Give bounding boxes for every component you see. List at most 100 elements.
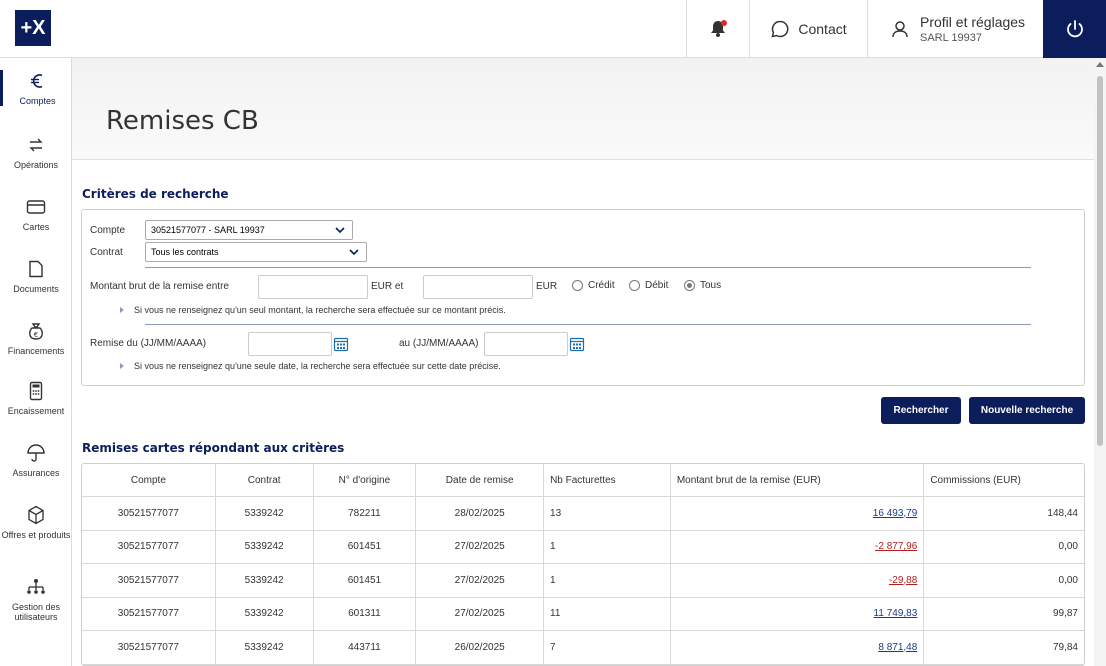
cell-montant: 16 493,79 [671, 497, 925, 530]
radio-tous[interactable]: Tous [684, 280, 721, 291]
column-header[interactable]: Montant brut de la remise (EUR) [671, 464, 925, 496]
contrat-label: Contrat [90, 247, 123, 258]
column-header[interactable]: Nb Facturettes [544, 464, 671, 496]
montant-label: Montant brut de la remise entre [90, 281, 229, 292]
montant-link[interactable]: 8 871,48 [878, 642, 917, 653]
calendar-icon[interactable] [333, 336, 349, 352]
triangle-bullet-icon [120, 363, 124, 369]
column-header[interactable]: Contrat [216, 464, 314, 496]
sidebar-item-offres[interactable]: Offres et produits [0, 504, 72, 540]
profile-button[interactable]: Profil et réglages SARL 19937 [867, 0, 1043, 58]
sidebar-item-label: Assurances [12, 468, 60, 478]
au-label: au (JJ/MM/AAAA) [399, 338, 479, 349]
chevron-down-icon [335, 227, 345, 234]
cell-facturettes: 1 [544, 530, 671, 563]
montant-link[interactable]: 16 493,79 [873, 508, 918, 519]
search-button[interactable]: Rechercher [881, 397, 961, 424]
sidebar-item-assurances[interactable]: Assurances [0, 442, 72, 478]
sidebar-item-documents[interactable]: Documents [0, 258, 72, 294]
montant-max-input[interactable] [423, 275, 533, 299]
montant-link[interactable]: -2 877,96 [875, 541, 917, 552]
sidebar-item-utilisateurs[interactable]: Gestion des utilisateurs [0, 576, 72, 622]
table-row: 30521577077 5339242 601451 27/02/2025 1 … [82, 564, 1084, 598]
top-bar: +X Contact Profil et réglages SARL 19937 [0, 0, 1106, 58]
notifications-button[interactable] [686, 0, 749, 58]
page-scrollbar[interactable] [1094, 58, 1106, 666]
montant-link[interactable]: 11 749,83 [874, 608, 918, 619]
radio-credit-label: Crédit [588, 280, 615, 291]
search-criteria-panel: Compte 30521577077 - SARL 19937 Contrat … [81, 209, 1085, 386]
sidebar-item-label: Gestion des utilisateurs [11, 602, 61, 622]
sidebar-item-encaissement[interactable]: Encaissement [0, 380, 72, 416]
compte-select[interactable]: 30521577077 - SARL 19937 [145, 220, 353, 240]
montant-link[interactable]: -29,88 [889, 575, 917, 586]
montant-min-input[interactable] [258, 275, 368, 299]
sidebar-item-label: Documents [13, 284, 59, 294]
cell-origine: 443711 [314, 631, 417, 664]
cell-montant: 11 749,83 [671, 597, 925, 630]
results-section-title: Remises cartes répondant aux critères [82, 441, 345, 455]
calendar-icon[interactable] [569, 336, 585, 352]
hint-date: Si vous ne renseignez qu'une seule date,… [120, 361, 501, 371]
new-search-button[interactable]: Nouvelle recherche [969, 397, 1085, 424]
sidebar-item-comptes[interactable]: Comptes [0, 70, 72, 106]
cell-montant: 8 871,48 [671, 631, 925, 664]
radio-button[interactable] [629, 280, 640, 291]
cell-origine: 601451 [314, 530, 417, 563]
cell-facturettes: 13 [544, 497, 671, 530]
scrollbar-thumb[interactable] [1097, 76, 1103, 446]
scroll-up-arrow-icon[interactable] [1096, 62, 1104, 67]
column-header[interactable]: Compte [82, 464, 216, 496]
box-icon [27, 504, 45, 526]
cell-contrat: 5339242 [216, 564, 314, 597]
profile-subtitle: SARL 19937 [920, 32, 982, 44]
main-content: Remises CB Critères de recherche Compte … [72, 58, 1094, 666]
contact-button[interactable]: Contact [749, 0, 867, 58]
chat-bubble-icon [771, 20, 789, 38]
hint-montant-text: Si vous ne renseignez qu'un seul montant… [134, 305, 506, 315]
contrat-select[interactable]: Tous les contrats [145, 242, 367, 262]
cell-compte: 30521577077 [82, 631, 216, 664]
cell-origine: 782211 [314, 497, 417, 530]
sidebar-item-financements[interactable]: € Financements [0, 320, 72, 356]
radio-credit[interactable]: Crédit [572, 280, 615, 291]
date-from-input[interactable] [248, 332, 332, 356]
radio-debit[interactable]: Débit [629, 280, 668, 291]
page-title: Remises CB [106, 106, 259, 136]
umbrella-icon [26, 442, 46, 464]
column-header[interactable]: Commissions (EUR) [924, 464, 1084, 496]
radio-button[interactable] [572, 280, 583, 291]
table-row: 30521577077 5339242 782211 28/02/2025 13… [82, 497, 1084, 531]
hint-montant: Si vous ne renseignez qu'un seul montant… [120, 305, 506, 315]
sidebar-item-cartes[interactable]: Cartes [0, 196, 72, 232]
bell-icon [711, 20, 727, 37]
calculator-icon [29, 380, 43, 402]
cell-commissions: 0,00 [1058, 574, 1078, 586]
transfer-arrows-icon [27, 134, 45, 156]
cell-date: 27/02/2025 [416, 564, 545, 597]
cell-date: 28/02/2025 [416, 497, 545, 530]
cell-facturettes: 7 [544, 631, 671, 664]
sidebar-item-operations[interactable]: Opérations [0, 134, 72, 170]
cell-commissions: 79,84 [1052, 641, 1078, 653]
radio-debit-label: Débit [645, 280, 669, 291]
column-header[interactable]: Date de remise [416, 464, 545, 496]
sidebar-item-label: Cartes [22, 222, 50, 232]
cell-date: 27/02/2025 [416, 530, 545, 563]
cell-facturettes: 1 [544, 564, 671, 597]
cell-compte: 30521577077 [82, 597, 216, 630]
cell-contrat: 5339242 [216, 597, 314, 630]
column-header[interactable]: N° d'origine [314, 464, 417, 496]
logout-button[interactable] [1043, 0, 1106, 58]
remise-du-label: Remise du (JJ/MM/AAAA) [90, 338, 207, 349]
brand-logo[interactable]: +X [15, 10, 51, 46]
radio-button-selected[interactable] [684, 280, 695, 291]
date-to-input[interactable] [484, 332, 568, 356]
sidebar-item-label: Financements [7, 346, 65, 356]
sidebar-item-label: Encaissement [7, 406, 65, 416]
criteria-section-title: Critères de recherche [82, 187, 229, 201]
cell-compte: 30521577077 [82, 530, 216, 563]
svg-text:€: € [34, 331, 38, 339]
cell-contrat: 5339242 [216, 631, 314, 664]
eur-label: EUR [536, 281, 558, 292]
